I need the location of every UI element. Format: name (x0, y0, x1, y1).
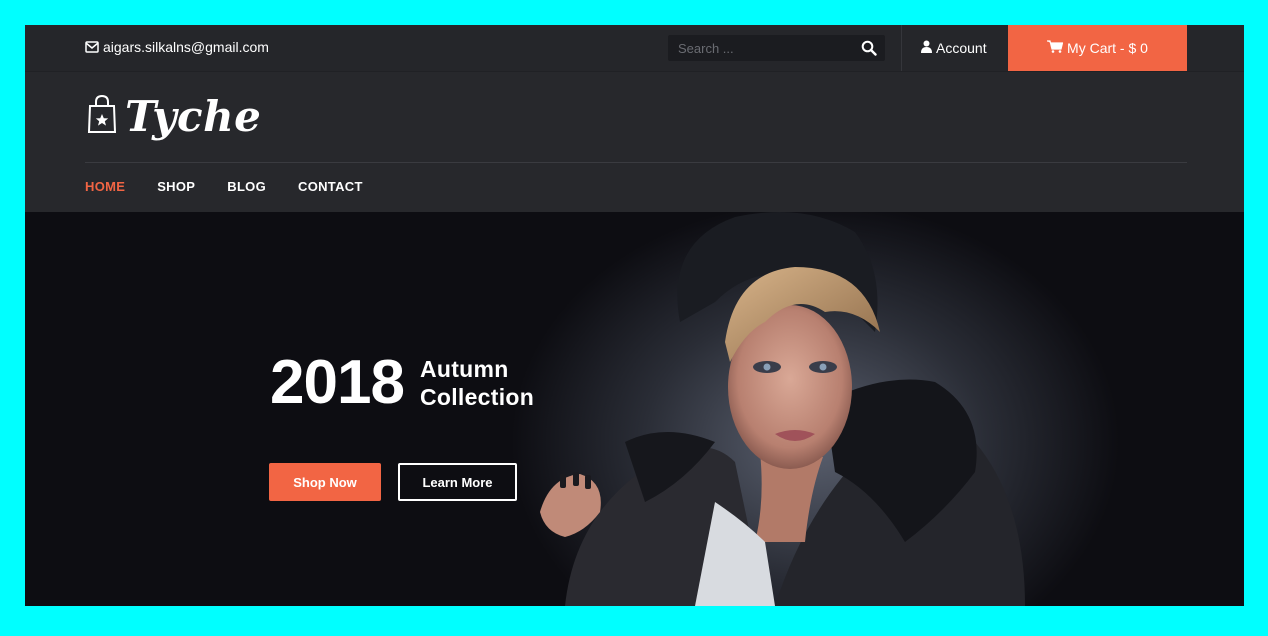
envelope-icon (85, 41, 99, 53)
site-header: Tyche HOME SHOP BLOG CONTACT (25, 72, 1244, 212)
account-label: Account (936, 40, 987, 56)
topbar-divider (901, 25, 902, 71)
search-box (668, 35, 885, 61)
hero-heading: 2018 Autumn Collection (270, 352, 534, 414)
shopping-bag-icon (87, 94, 117, 138)
search-icon[interactable] (861, 40, 877, 56)
shop-now-button[interactable]: Shop Now (269, 463, 381, 501)
contact-email[interactable]: aigars.silkalns@gmail.com (85, 39, 269, 55)
hero-subtitle-line1: Autumn (419, 356, 509, 382)
cart-button[interactable]: My Cart - $ 0 (1008, 25, 1187, 71)
account-link[interactable]: Account (921, 40, 987, 56)
nav-item-shop[interactable]: SHOP (157, 179, 195, 194)
main-nav: HOME SHOP BLOG CONTACT (85, 179, 363, 194)
hero-subtitle: Autumn Collection (420, 355, 534, 411)
hero-subtitle-line2: Collection (419, 384, 535, 410)
logo-text: Tyche (125, 92, 262, 141)
website-frame: aigars.silkalns@gmail.com Account My Car… (25, 25, 1244, 606)
cart-label: My Cart - $ 0 (1067, 40, 1148, 56)
nav-item-contact[interactable]: CONTACT (298, 179, 363, 194)
site-logo[interactable]: Tyche (87, 92, 261, 141)
email-text: aigars.silkalns@gmail.com (103, 39, 269, 55)
cart-icon (1047, 40, 1064, 56)
hero-model-image (540, 212, 1025, 606)
top-bar: aigars.silkalns@gmail.com Account My Car… (25, 25, 1244, 72)
learn-more-button[interactable]: Learn More (398, 463, 517, 501)
nav-item-home[interactable]: HOME (85, 179, 125, 194)
nav-item-blog[interactable]: BLOG (227, 179, 266, 194)
hero-year: 2018 (270, 348, 405, 417)
search-input[interactable] (668, 35, 848, 61)
hero-slider: 2018 Autumn Collection Shop Now Learn Mo… (25, 212, 1244, 606)
header-divider (85, 162, 1187, 163)
user-icon (921, 40, 932, 56)
